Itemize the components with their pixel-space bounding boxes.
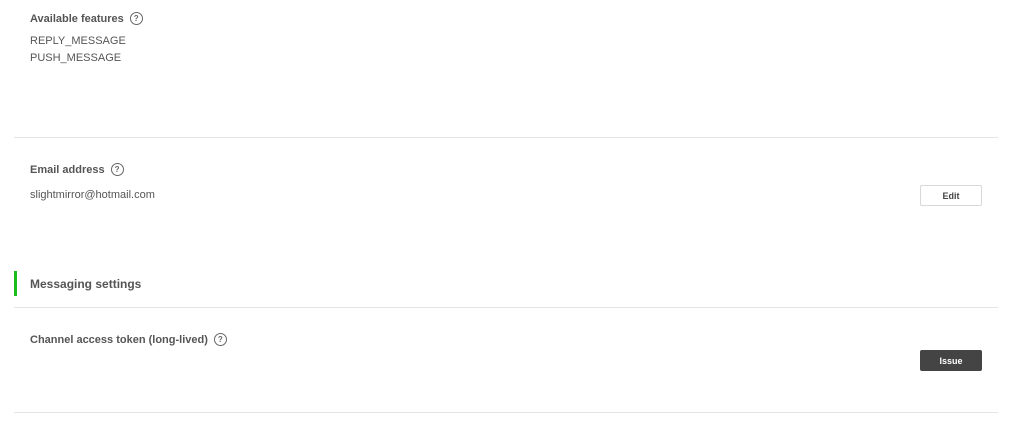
section-accent-bar (14, 271, 17, 296)
divider (14, 307, 998, 308)
edit-email-button[interactable]: Edit (920, 185, 982, 206)
channel-settings-page: Available features ? REPLY_MESSAGE PUSH_… (0, 0, 1024, 424)
channel-token-label-row: Channel access token (long-lived) ? (30, 333, 227, 346)
issue-token-button[interactable]: Issue (920, 350, 982, 371)
feature-item: REPLY_MESSAGE (30, 35, 126, 47)
messaging-settings-heading: Messaging settings (30, 277, 142, 291)
divider (14, 412, 998, 413)
divider (14, 137, 998, 138)
available-features-label-row: Available features ? (30, 12, 143, 25)
help-icon[interactable]: ? (129, 12, 143, 25)
help-icon[interactable]: ? (213, 333, 227, 346)
email-label-row: Email address ? (30, 163, 124, 176)
email-address-value: slightmirror@hotmail.com (30, 189, 155, 201)
feature-item: PUSH_MESSAGE (30, 52, 122, 64)
channel-access-token-label: Channel access token (long-lived) (30, 333, 208, 346)
email-address-label: Email address (30, 163, 105, 176)
help-icon[interactable]: ? (110, 163, 124, 176)
available-features-label: Available features (30, 12, 124, 25)
features-list: REPLY_MESSAGE PUSH_MESSAGE (30, 33, 126, 67)
